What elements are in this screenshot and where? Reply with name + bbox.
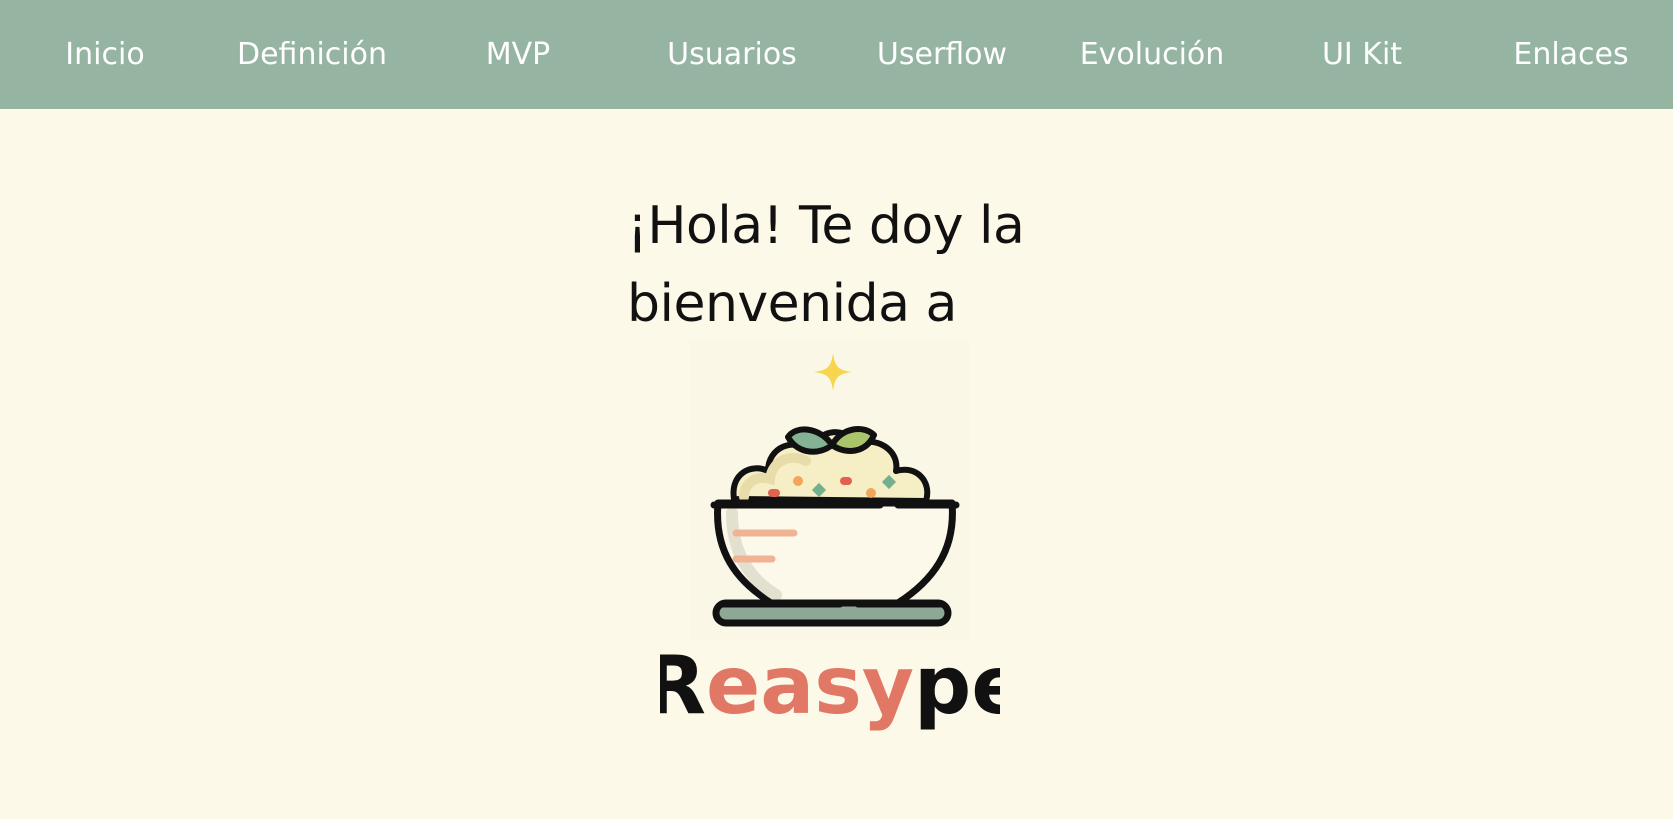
- reasype-logo: Reasype: [660, 341, 1000, 732]
- nav-link-evolucion[interactable]: Evolución: [1047, 0, 1257, 109]
- nav-link-mvp[interactable]: MVP: [413, 0, 623, 109]
- wordmark-middle: easy: [706, 639, 914, 732]
- nav-link-usuarios[interactable]: Usuarios: [627, 0, 837, 109]
- nav-link-definicion[interactable]: Definición: [207, 0, 417, 109]
- hero-section: ¡Hola! Te doy la bienvenida a Reasype: [0, 109, 1673, 819]
- nav-link-enlaces[interactable]: Enlaces: [1466, 0, 1673, 109]
- reasype-wordmark: Reasype: [660, 639, 1000, 732]
- welcome-heading: ¡Hola! Te doy la bienvenida a: [627, 196, 1025, 334]
- nav-link-userflow[interactable]: Userflow: [837, 0, 1047, 109]
- nav-link-inicio[interactable]: Inicio: [0, 0, 210, 109]
- top-navigation-bar: Inicio Definición MVP Usuarios Userflow …: [0, 0, 1673, 109]
- wordmark-last: pe: [914, 639, 1000, 732]
- wordmark-first: R: [660, 639, 706, 732]
- nav-link-ui-kit[interactable]: UI Kit: [1257, 0, 1467, 109]
